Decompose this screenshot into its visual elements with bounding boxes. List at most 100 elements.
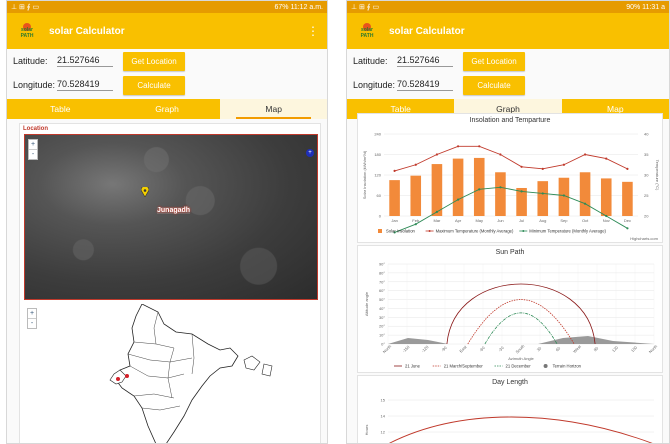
y2-tick-label: 20 (644, 214, 649, 219)
tab-graph[interactable]: Graph (114, 99, 221, 119)
x-tick-label: Jun (497, 218, 503, 223)
chart-credit: Highcharts.com (630, 236, 658, 241)
insolation-chart-title: Insolation and Temparture (469, 117, 551, 124)
map-panel: Location + - + Junagadh + - (19, 123, 321, 443)
app-logo-right: solar PATH (355, 23, 379, 39)
satellite-map[interactable]: + - + Junagadh (24, 134, 318, 300)
max-temp-point (435, 153, 439, 156)
x-tick-label: 60 (555, 345, 562, 352)
insolation-chart-svg: 0 60 120 180 240 20 25 30 35 40 Solar Insolation (… (362, 132, 660, 242)
insolation-bar (431, 164, 443, 216)
get-location-button-right[interactable]: Get Location (463, 51, 525, 71)
x-tick-label: East (458, 344, 468, 354)
india-zoom-in-button[interactable]: + (28, 309, 36, 319)
longitude-field-right[interactable]: 70.528419 (397, 79, 453, 91)
sun-path-chart-svg: 0° 10° 20° 30° 40° 50° 60° 70° 80° 90° North -150 -1… (364, 262, 658, 369)
min-temp-point (583, 202, 587, 205)
y-tick-label: 180 (374, 152, 381, 157)
max-temp-point (478, 145, 481, 148)
max-temp-point (414, 163, 417, 166)
app-bar: solar PATH solar Calculator ⋮ (7, 13, 327, 49)
latitude-row-right: Latitude: 21.527646 Get Location (347, 49, 669, 73)
latitude-field-right[interactable]: 21.527646 (397, 55, 453, 67)
y-tick-label: 12 (381, 430, 386, 435)
y-tick-label: 14 (381, 414, 386, 419)
longitude-label: Longitude: (13, 80, 56, 90)
y-tick-label: 60 (377, 193, 382, 198)
sun-path-chart: Sun Path 0° 10° 20° 30° 40° 50° 60° 70° 80° 90° No… (357, 245, 663, 373)
right-phone-screen: ⊥ ⊞ ∮ ▭ 90% 11:31 a solar PATH solar Cal… (346, 0, 670, 444)
longitude-row-right: Longitude: 70.528419 Calculate (347, 73, 669, 97)
tab-table[interactable]: Table (7, 99, 114, 119)
left-phone-screen: ⊥ ⊞ ∮ ▭ 67% 11:12 a.m. solar PATH solar … (6, 0, 328, 444)
tab-map[interactable]: Map (220, 99, 327, 119)
min-temp-point (605, 214, 608, 218)
y-tick-label: 80° (379, 270, 385, 275)
get-location-button[interactable]: Get Location (123, 51, 185, 71)
x-tick-label: Oct (582, 218, 589, 223)
india-map[interactable]: + - (24, 303, 318, 443)
x-tick-label: West (572, 343, 583, 354)
day-length-chart-title: Day Length (492, 379, 528, 386)
legend-label: 21 June (405, 364, 421, 369)
max-temp-point (393, 169, 396, 172)
x-tick-label: -60 (478, 345, 486, 353)
y-tick-label: 0° (381, 342, 385, 347)
calculate-button-right[interactable]: Calculate (463, 75, 525, 95)
y2-axis-label: Temperature (°C) (655, 160, 660, 191)
map-section-title: Location (23, 126, 48, 132)
zoom-out-button[interactable]: - (29, 150, 37, 159)
status-bar: ⊥ ⊞ ∮ ▭ 67% 11:12 a.m. (7, 1, 327, 13)
status-bar-right: ⊥ ⊞ ∮ ▭ 90% 11:31 a (347, 1, 669, 13)
max-temp-point (541, 167, 544, 170)
legend-label: 21 March/September (444, 364, 484, 369)
min-temp-point (414, 223, 417, 226)
insolation-bar (537, 181, 549, 216)
max-temp-point (583, 153, 587, 156)
overflow-menu-icon[interactable]: ⋮ (307, 24, 319, 38)
india-outline (109, 303, 273, 443)
calculate-button[interactable]: Calculate (123, 75, 185, 95)
y-tick-label: 10° (379, 333, 385, 338)
y-axis-label: Hours (364, 425, 369, 436)
y-tick-label: 120 (374, 173, 381, 178)
min-temp-point (541, 192, 544, 195)
x-axis-label: Azimuth Angle (508, 356, 534, 361)
longitude-field[interactable]: 70.528419 (57, 79, 113, 91)
x-tick-label: North (648, 344, 658, 354)
x-tick-label: 90 (593, 345, 600, 352)
y-tick-label: 0 (379, 214, 382, 219)
min-temp-point (520, 190, 523, 193)
insolation-bar (579, 172, 591, 216)
legend-swatch (543, 364, 548, 368)
min-temp-point (435, 210, 439, 213)
india-zoom-out-button[interactable]: - (28, 319, 36, 328)
y-tick-label: 20° (379, 324, 385, 329)
status-battery-time: 67% 11:12 a.m. (274, 3, 323, 11)
app-logo: solar PATH (15, 23, 39, 39)
legend-label: Terrain Horizon (553, 364, 582, 369)
day-length-chart-svg: 15 14 12 Hours (364, 398, 654, 443)
x-tick-label: Nov (603, 218, 610, 223)
x-tick-label: 30 (536, 345, 543, 352)
x-tick-label: Jul (519, 218, 524, 223)
latitude-field[interactable]: 21.527646 (57, 55, 113, 67)
max-temp-point (562, 163, 566, 166)
zoom-in-button[interactable]: + (29, 140, 37, 150)
location-marker-icon[interactable] (141, 187, 149, 197)
longitude-row: Longitude: 70.528419 Calculate (7, 73, 327, 97)
y-axis-label: Solar Insolation (kWh/m²/d) (362, 150, 367, 199)
satellite-zoom-control: + - (28, 139, 38, 160)
x-tick-label: Dec (624, 218, 631, 223)
x-tick-label: -30 (497, 345, 505, 353)
sun-path-chart-title: Sun Path (495, 249, 525, 256)
max-temp-point (520, 165, 523, 168)
layer-toggle-button[interactable]: + (306, 149, 314, 157)
insolation-bar (473, 157, 485, 216)
y-tick-label: 60° (379, 288, 385, 293)
y2-tick-label: 25 (644, 193, 649, 198)
x-tick-label: -120 (420, 344, 430, 354)
y2-tick-label: 40 (644, 132, 649, 137)
insolation-bar (600, 178, 612, 216)
x-tick-label: May (475, 218, 483, 223)
